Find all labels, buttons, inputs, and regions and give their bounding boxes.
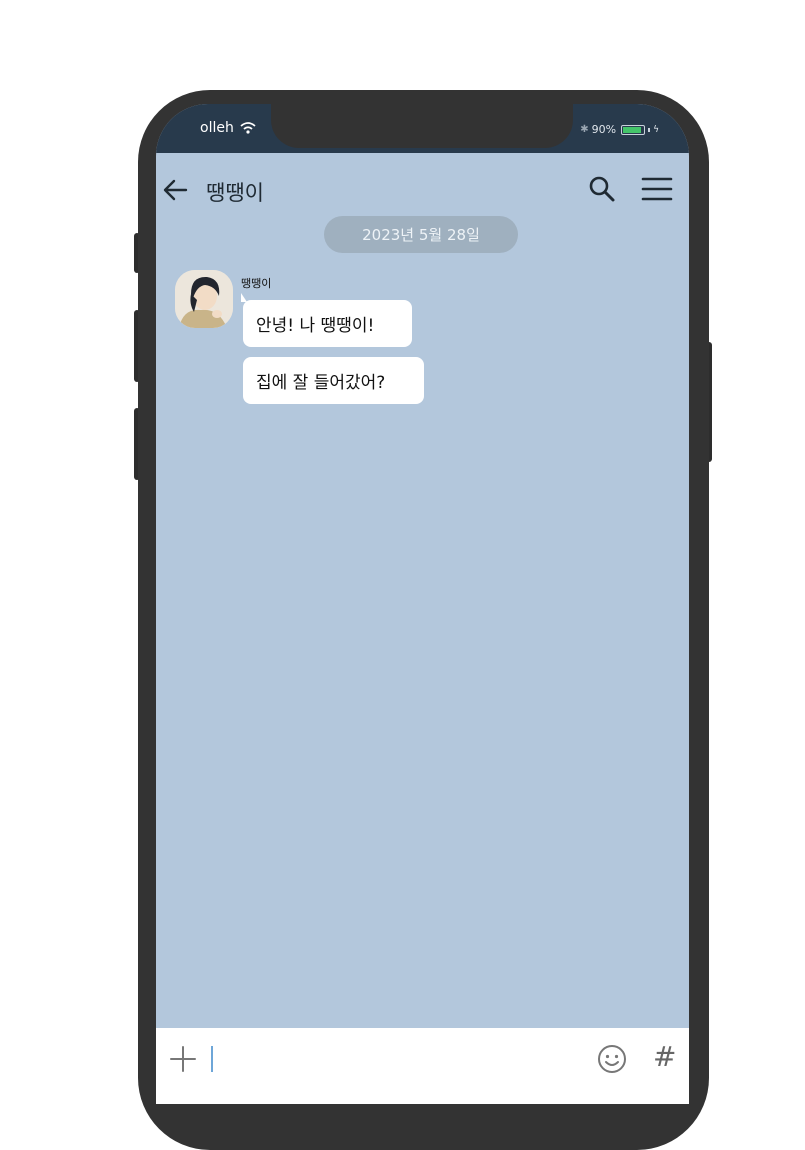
status-indicators: ✱ 90% ϟ: [580, 123, 659, 136]
message-text: 안녕! 나 땡땡이!: [256, 316, 375, 336]
message-text: 집에 잘 들어갔어?: [256, 373, 386, 393]
profile-avatar[interactable]: [175, 270, 233, 328]
emoji-icon[interactable]: [597, 1044, 627, 1074]
arrow-left-icon[interactable]: [162, 177, 188, 203]
chat-screen: olleh ✱ 90% ϟ 땡땡이 2023년 5월 28일 땡땡이 안녕! 나…: [156, 104, 689, 1104]
message-input-cursor[interactable]: [211, 1046, 213, 1072]
chat-title: 땡땡이: [206, 181, 264, 205]
message-bubble: 안녕! 나 땡땡이!: [241, 293, 412, 347]
notch: [271, 104, 573, 148]
carrier-name: olleh: [200, 120, 234, 136]
battery-icon: [621, 124, 646, 135]
chat-header: 땡땡이: [156, 153, 689, 225]
message-bubble: 집에 잘 들어갔어?: [243, 357, 424, 404]
charging-icon: ϟ: [653, 124, 659, 135]
status-bar: olleh ✱ 90% ϟ: [156, 104, 689, 153]
bluetooth-icon: ✱: [580, 124, 589, 135]
hamburger-menu-icon[interactable]: [641, 176, 673, 202]
search-icon[interactable]: [588, 175, 616, 203]
date-divider: 2023년 5월 28일: [324, 216, 518, 253]
carrier-info: olleh: [200, 120, 256, 136]
avatar-illustration: [175, 270, 233, 328]
battery-fill: [623, 126, 642, 133]
battery-percent: 90%: [591, 123, 617, 136]
sender-name: 땡땡이: [241, 277, 272, 290]
hash-icon[interactable]: #: [653, 1040, 676, 1073]
battery-tip: [648, 127, 651, 132]
message-input-bar: #: [156, 1028, 689, 1104]
plus-icon[interactable]: [170, 1046, 196, 1072]
wifi-icon: [240, 122, 256, 134]
